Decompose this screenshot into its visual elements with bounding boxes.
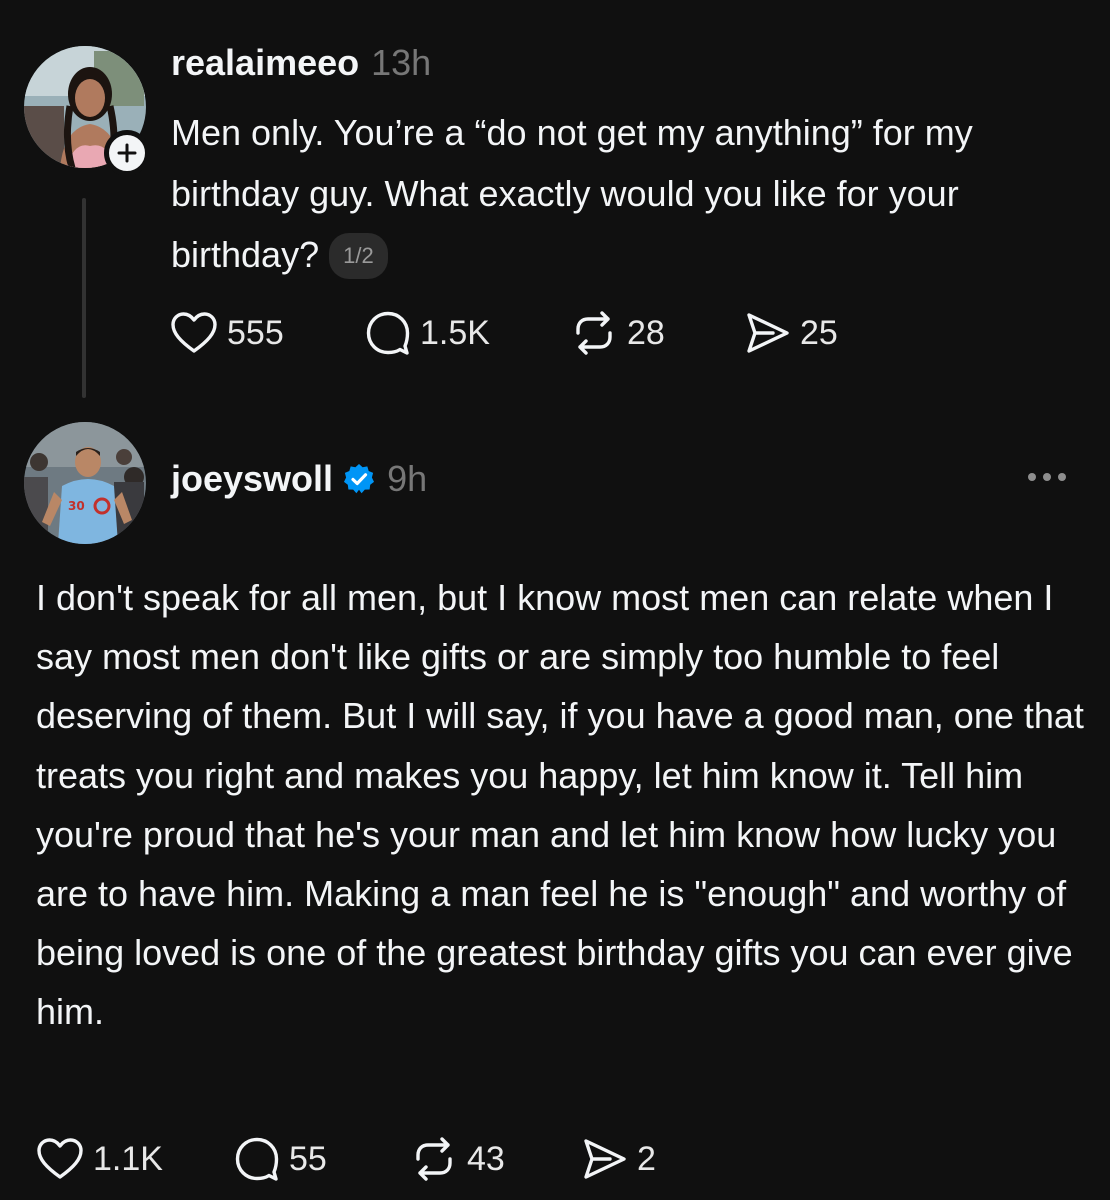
repost-icon [576, 311, 612, 355]
reply-header: joeyswoll 9h [171, 458, 427, 500]
timestamp: 9h [387, 458, 428, 499]
like-count: 1.1K [93, 1139, 163, 1178]
post-header: realaimeeo 13h [171, 42, 431, 84]
action-bar: 555 1.5K 28 25 [170, 310, 838, 356]
repost-count: 43 [467, 1139, 505, 1178]
like-button[interactable]: 1.1K [36, 1137, 234, 1181]
repost-count: 28 [627, 313, 665, 352]
post-text: Men only. You’re a “do not get my anythi… [171, 102, 1071, 285]
reply-button[interactable]: 55 [234, 1136, 410, 1182]
follow-button[interactable] [104, 130, 150, 176]
share-count: 25 [800, 313, 838, 352]
avatar-joeyswoll[interactable]: 30 [24, 422, 146, 544]
like-button[interactable]: 555 [170, 311, 365, 355]
reply-button[interactable]: 1.5K [365, 310, 570, 356]
share-button[interactable]: 25 [745, 311, 838, 355]
more-options-button[interactable] [1028, 473, 1073, 481]
like-count: 555 [227, 313, 284, 352]
action-bar: 1.1K 55 43 2 [36, 1136, 656, 1182]
more-icon [1028, 473, 1073, 481]
svg-text:30: 30 [68, 499, 85, 513]
username[interactable]: realaimeeo [171, 42, 359, 84]
share-icon [747, 313, 789, 353]
reply-count: 55 [289, 1139, 327, 1178]
verified-icon [344, 464, 375, 494]
repost-icon [416, 1137, 452, 1181]
page-indicator: 1/2 [329, 233, 388, 279]
verified-badge [343, 463, 375, 495]
post-text-content: Men only. You’re a “do not get my anythi… [171, 112, 973, 275]
timestamp: 13h [371, 42, 432, 83]
reply-text: I don't speak for all men, but I know mo… [36, 577, 1084, 1033]
heart-icon [37, 1138, 83, 1179]
share-button[interactable]: 2 [582, 1137, 656, 1181]
comment-icon [366, 311, 410, 355]
share-count: 2 [637, 1139, 656, 1178]
thread-line [82, 198, 86, 398]
heart-icon [171, 312, 217, 353]
username[interactable]: joeyswoll [171, 458, 333, 500]
reply-count: 1.5K [420, 313, 490, 352]
plus-icon [117, 143, 137, 163]
repost-button[interactable]: 28 [570, 311, 745, 355]
repost-button[interactable]: 43 [410, 1137, 582, 1181]
original-post: realaimeeo 13h Men only. You’re a “do no… [0, 0, 1110, 400]
comment-icon [235, 1137, 279, 1181]
share-icon [584, 1139, 626, 1179]
